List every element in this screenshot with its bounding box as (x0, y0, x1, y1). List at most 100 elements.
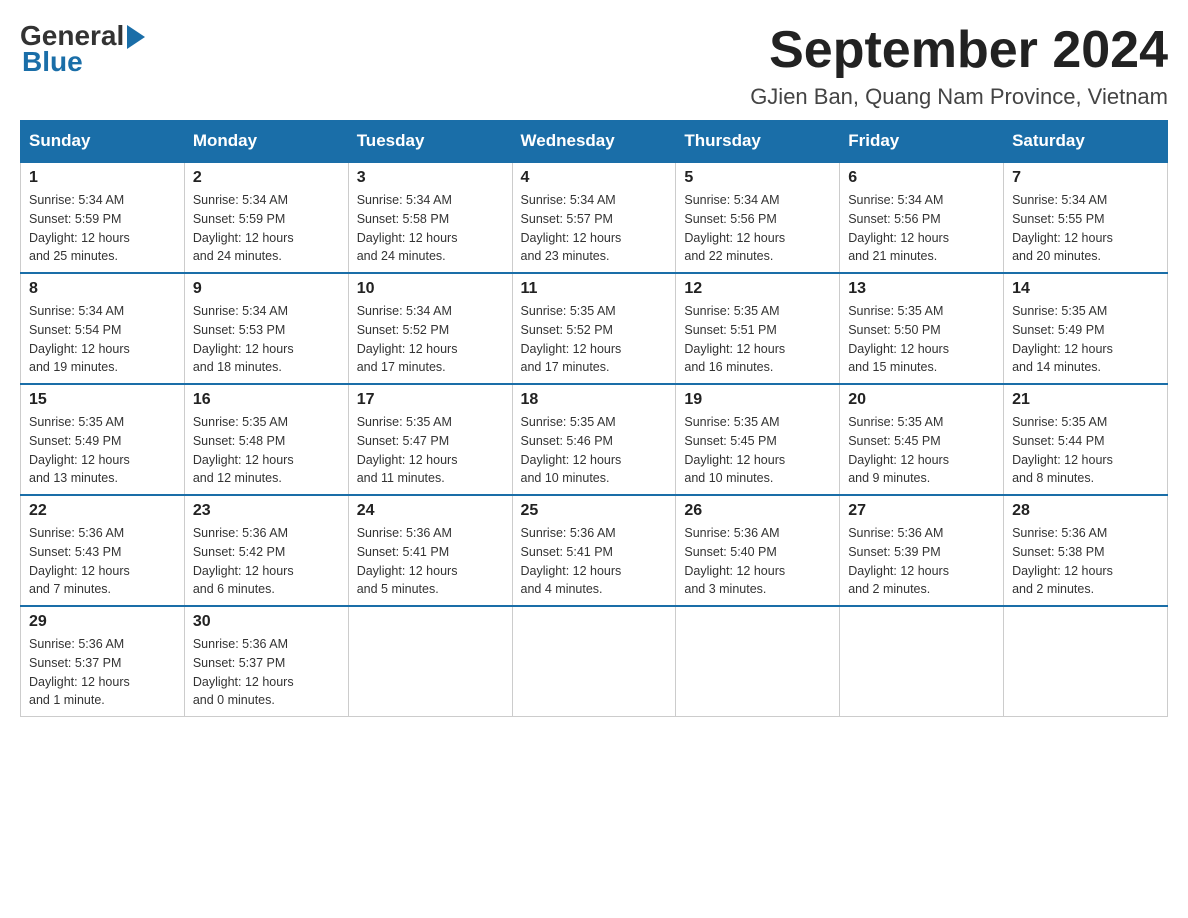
calendar-week-row: 15 Sunrise: 5:35 AM Sunset: 5:49 PM Dayli… (21, 384, 1168, 495)
calendar-cell (676, 606, 840, 717)
day-info: Sunrise: 5:36 AM Sunset: 5:41 PM Dayligh… (521, 524, 668, 599)
calendar-cell: 9Sunrise: 5:34 AM Sunset: 5:53 PM Daylig… (184, 273, 348, 384)
calendar-cell: 4 Sunrise: 5:34 AM Sunset: 5:57 PM Daylig… (512, 162, 676, 273)
day-number: 12 (684, 280, 831, 298)
day-number: 14 (1012, 280, 1159, 298)
day-number: 13 (848, 280, 995, 298)
calendar-cell (348, 606, 512, 717)
day-info: Sunrise: 5:36 AM Sunset: 5:41 PM Dayligh… (357, 524, 504, 599)
day-info: Sunrise: 5:35 AM Sunset: 5:52 PM Dayligh… (521, 302, 668, 377)
calendar-week-row: 29 Sunrise: 5:36 AM Sunset: 5:37 PM Dayli… (21, 606, 1168, 717)
day-number: 3 (357, 169, 504, 187)
day-info: Sunrise: 5:35 AM Sunset: 5:49 PM Dayligh… (29, 413, 176, 488)
day-info: Sunrise: 5:35 AM Sunset: 5:49 PM Dayligh… (1012, 302, 1159, 377)
logo-blue-text: Blue (22, 46, 83, 78)
calendar-header-row: SundayMondayTuesdayWednesdayThursdayFrid… (21, 121, 1168, 163)
calendar-cell: 23 Sunrise: 5:36 AM Sunset: 5:42 PM Dayli… (184, 495, 348, 606)
calendar-cell: 16 Sunrise: 5:35 AM Sunset: 5:48 PM Dayli… (184, 384, 348, 495)
day-info: Sunrise: 5:34 AM Sunset: 5:58 PM Dayligh… (357, 191, 504, 266)
calendar-cell: 15 Sunrise: 5:35 AM Sunset: 5:49 PM Dayli… (21, 384, 185, 495)
day-info: Sunrise: 5:34 AM Sunset: 5:52 PM Dayligh… (357, 302, 504, 377)
calendar-cell: 14 Sunrise: 5:35 AM Sunset: 5:49 PM Dayli… (1004, 273, 1168, 384)
day-number: 30 (193, 613, 340, 631)
calendar-cell: 27Sunrise: 5:36 AM Sunset: 5:39 PM Dayli… (840, 495, 1004, 606)
page-header: General Blue September 2024 GJien Ban, Q… (20, 20, 1168, 110)
day-info: Sunrise: 5:35 AM Sunset: 5:51 PM Dayligh… (684, 302, 831, 377)
day-info: Sunrise: 5:36 AM Sunset: 5:37 PM Dayligh… (29, 635, 176, 710)
calendar-header-saturday: Saturday (1004, 121, 1168, 163)
calendar-cell: 12 Sunrise: 5:35 AM Sunset: 5:51 PM Dayli… (676, 273, 840, 384)
day-number: 8 (29, 280, 176, 298)
calendar-header-friday: Friday (840, 121, 1004, 163)
day-info: Sunrise: 5:35 AM Sunset: 5:44 PM Dayligh… (1012, 413, 1159, 488)
day-number: 20 (848, 391, 995, 409)
day-number: 1 (29, 169, 176, 187)
day-number: 6 (848, 169, 995, 187)
calendar-header-wednesday: Wednesday (512, 121, 676, 163)
day-info: Sunrise: 5:34 AM Sunset: 5:53 PM Dayligh… (193, 302, 340, 377)
day-number: 28 (1012, 502, 1159, 520)
calendar-header-thursday: Thursday (676, 121, 840, 163)
day-info: Sunrise: 5:35 AM Sunset: 5:50 PM Dayligh… (848, 302, 995, 377)
calendar-cell: 24 Sunrise: 5:36 AM Sunset: 5:41 PM Dayli… (348, 495, 512, 606)
day-info: Sunrise: 5:36 AM Sunset: 5:38 PM Dayligh… (1012, 524, 1159, 599)
calendar-cell (840, 606, 1004, 717)
calendar-cell: 21 Sunrise: 5:35 AM Sunset: 5:44 PM Dayli… (1004, 384, 1168, 495)
day-number: 11 (521, 280, 668, 298)
day-number: 23 (193, 502, 340, 520)
calendar-cell: 13 Sunrise: 5:35 AM Sunset: 5:50 PM Dayli… (840, 273, 1004, 384)
calendar-cell: 18 Sunrise: 5:35 AM Sunset: 5:46 PM Dayli… (512, 384, 676, 495)
calendar-cell: 11 Sunrise: 5:35 AM Sunset: 5:52 PM Dayli… (512, 273, 676, 384)
day-info: Sunrise: 5:35 AM Sunset: 5:46 PM Dayligh… (521, 413, 668, 488)
calendar-cell (512, 606, 676, 717)
day-info: Sunrise: 5:35 AM Sunset: 5:45 PM Dayligh… (848, 413, 995, 488)
day-info: Sunrise: 5:34 AM Sunset: 5:57 PM Dayligh… (521, 191, 668, 266)
day-number: 17 (357, 391, 504, 409)
calendar-week-row: 8 Sunrise: 5:34 AM Sunset: 5:54 PM Daylig… (21, 273, 1168, 384)
day-number: 7 (1012, 169, 1159, 187)
day-number: 15 (29, 391, 176, 409)
day-info: Sunrise: 5:34 AM Sunset: 5:59 PM Dayligh… (29, 191, 176, 266)
calendar-cell: 5Sunrise: 5:34 AM Sunset: 5:56 PM Daylig… (676, 162, 840, 273)
day-info: Sunrise: 5:35 AM Sunset: 5:48 PM Dayligh… (193, 413, 340, 488)
day-number: 26 (684, 502, 831, 520)
day-number: 27 (848, 502, 995, 520)
logo-arrow-icon (127, 25, 145, 49)
day-number: 21 (1012, 391, 1159, 409)
calendar-header-sunday: Sunday (21, 121, 185, 163)
calendar-header-tuesday: Tuesday (348, 121, 512, 163)
day-number: 29 (29, 613, 176, 631)
day-info: Sunrise: 5:36 AM Sunset: 5:43 PM Dayligh… (29, 524, 176, 599)
calendar-cell: 8 Sunrise: 5:34 AM Sunset: 5:54 PM Daylig… (21, 273, 185, 384)
calendar-week-row: 1 Sunrise: 5:34 AM Sunset: 5:59 PM Daylig… (21, 162, 1168, 273)
header-right: September 2024 GJien Ban, Quang Nam Prov… (750, 20, 1168, 110)
calendar-cell: 19Sunrise: 5:35 AM Sunset: 5:45 PM Dayli… (676, 384, 840, 495)
calendar-cell (1004, 606, 1168, 717)
calendar-cell: 22 Sunrise: 5:36 AM Sunset: 5:43 PM Dayli… (21, 495, 185, 606)
day-number: 24 (357, 502, 504, 520)
day-number: 22 (29, 502, 176, 520)
calendar-cell: 20 Sunrise: 5:35 AM Sunset: 5:45 PM Dayli… (840, 384, 1004, 495)
day-info: Sunrise: 5:35 AM Sunset: 5:45 PM Dayligh… (684, 413, 831, 488)
day-info: Sunrise: 5:36 AM Sunset: 5:42 PM Dayligh… (193, 524, 340, 599)
day-number: 4 (521, 169, 668, 187)
month-title: September 2024 (750, 20, 1168, 80)
day-info: Sunrise: 5:36 AM Sunset: 5:40 PM Dayligh… (684, 524, 831, 599)
day-number: 25 (521, 502, 668, 520)
day-info: Sunrise: 5:34 AM Sunset: 5:59 PM Dayligh… (193, 191, 340, 266)
day-info: Sunrise: 5:35 AM Sunset: 5:47 PM Dayligh… (357, 413, 504, 488)
day-info: Sunrise: 5:34 AM Sunset: 5:56 PM Dayligh… (684, 191, 831, 266)
calendar-cell: 6 Sunrise: 5:34 AM Sunset: 5:56 PM Daylig… (840, 162, 1004, 273)
day-info: Sunrise: 5:34 AM Sunset: 5:55 PM Dayligh… (1012, 191, 1159, 266)
day-number: 2 (193, 169, 340, 187)
calendar-cell: 3 Sunrise: 5:34 AM Sunset: 5:58 PM Daylig… (348, 162, 512, 273)
calendar-cell: 1 Sunrise: 5:34 AM Sunset: 5:59 PM Daylig… (21, 162, 185, 273)
day-info: Sunrise: 5:34 AM Sunset: 5:56 PM Dayligh… (848, 191, 995, 266)
calendar-cell: 17 Sunrise: 5:35 AM Sunset: 5:47 PM Dayli… (348, 384, 512, 495)
day-info: Sunrise: 5:36 AM Sunset: 5:37 PM Dayligh… (193, 635, 340, 710)
day-number: 18 (521, 391, 668, 409)
calendar-cell: 28 Sunrise: 5:36 AM Sunset: 5:38 PM Dayli… (1004, 495, 1168, 606)
calendar-cell: 29 Sunrise: 5:36 AM Sunset: 5:37 PM Dayli… (21, 606, 185, 717)
day-number: 16 (193, 391, 340, 409)
day-info: Sunrise: 5:34 AM Sunset: 5:54 PM Dayligh… (29, 302, 176, 377)
